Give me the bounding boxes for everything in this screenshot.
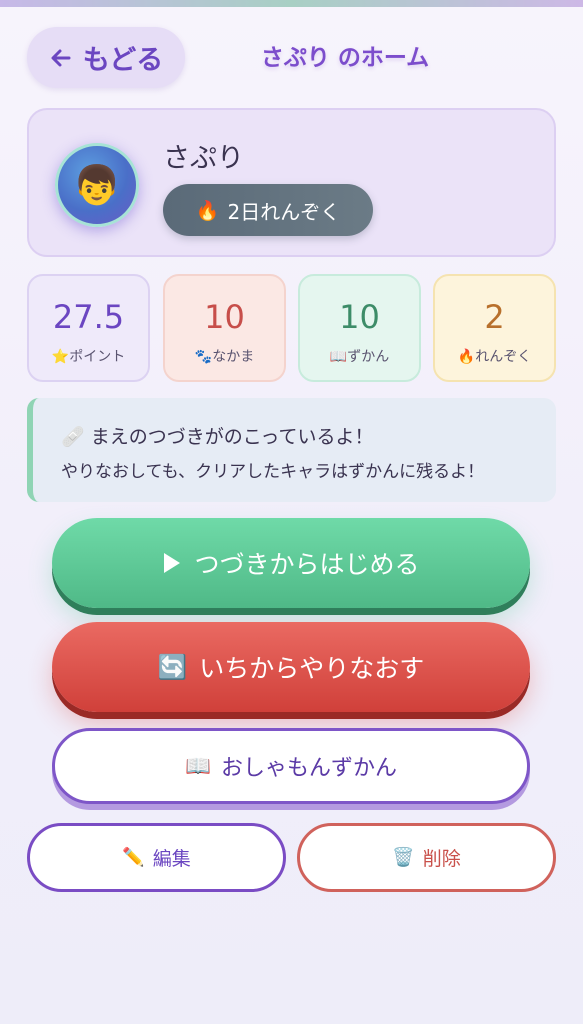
star-icon: ⭐: [51, 349, 70, 365]
stat-streak: 2 🔥れんぞく: [433, 274, 556, 382]
streak-badge: 🔥 2日れんぞく: [163, 184, 373, 236]
pencil-icon: ✏️: [122, 847, 145, 868]
stat-friends: 10 🐾なかま: [163, 274, 286, 382]
arrow-left-icon: [51, 49, 71, 66]
continue-button[interactable]: つづきからはじめる: [52, 518, 530, 608]
continue-label: つづきからはじめる: [194, 550, 420, 579]
stat-zukan-value: 10: [339, 298, 380, 336]
fire-icon: 🔥: [457, 349, 476, 365]
trash-icon: 🗑️: [392, 847, 415, 868]
stat-zukan: 10 📖ずかん: [298, 274, 421, 382]
streak-label: 2日れんぞく: [227, 199, 341, 224]
avatar: 👦: [55, 143, 139, 227]
profile-name: さぷり: [163, 143, 244, 174]
stat-points-label: ⭐ポイント: [51, 349, 126, 365]
stat-streak-label: 🔥れんぞく: [457, 349, 532, 365]
play-icon: [164, 553, 181, 573]
page-title: さぷり のホーム: [260, 45, 430, 71]
stat-streak-value: 2: [484, 298, 505, 336]
book-icon: 📖: [184, 753, 211, 778]
boy-avatar-icon: 👦: [73, 162, 121, 207]
profile-card: 👦 さぷり 🔥 2日れんぞく: [27, 108, 556, 257]
notice-text: やりなおしても、クリアしたキャラはずかんに残るよ！: [61, 462, 485, 482]
zukan-button[interactable]: 📖 おしゃもんずかん: [52, 728, 530, 804]
top-accent-strip: [0, 0, 583, 7]
bandage-icon: 🩹: [61, 426, 85, 448]
book-icon: 📖: [329, 349, 348, 365]
paw-icon: 🐾: [194, 349, 213, 365]
stat-friends-value: 10: [204, 298, 245, 336]
delete-button[interactable]: 🗑️ 削除: [297, 823, 556, 892]
back-button[interactable]: もどる: [27, 27, 185, 88]
resume-notice: 🩹 まえのつづきがのこっているよ！ やりなおしても、クリアしたキャラはずかんに残…: [27, 398, 556, 502]
stat-zukan-label: 📖ずかん: [329, 349, 390, 365]
stat-friends-label: 🐾なかま: [194, 349, 255, 365]
fire-icon: 🔥: [195, 199, 220, 222]
zukan-label: おしゃもんずかん: [221, 756, 398, 781]
delete-label: 削除: [422, 848, 461, 870]
notice-title: 🩹 まえのつづきがのこっているよ！: [61, 426, 374, 448]
edit-label: 編集: [152, 848, 191, 870]
back-label: もどる: [82, 45, 164, 76]
restart-button[interactable]: 🔄 いちからやりなおす: [52, 622, 530, 712]
edit-button[interactable]: ✏️ 編集: [27, 823, 286, 892]
stat-points-value: 27.5: [52, 298, 125, 336]
restart-label: いちからやりなおす: [199, 654, 425, 683]
stat-points: 27.5 ⭐ポイント: [27, 274, 150, 382]
refresh-icon: 🔄: [157, 653, 188, 681]
